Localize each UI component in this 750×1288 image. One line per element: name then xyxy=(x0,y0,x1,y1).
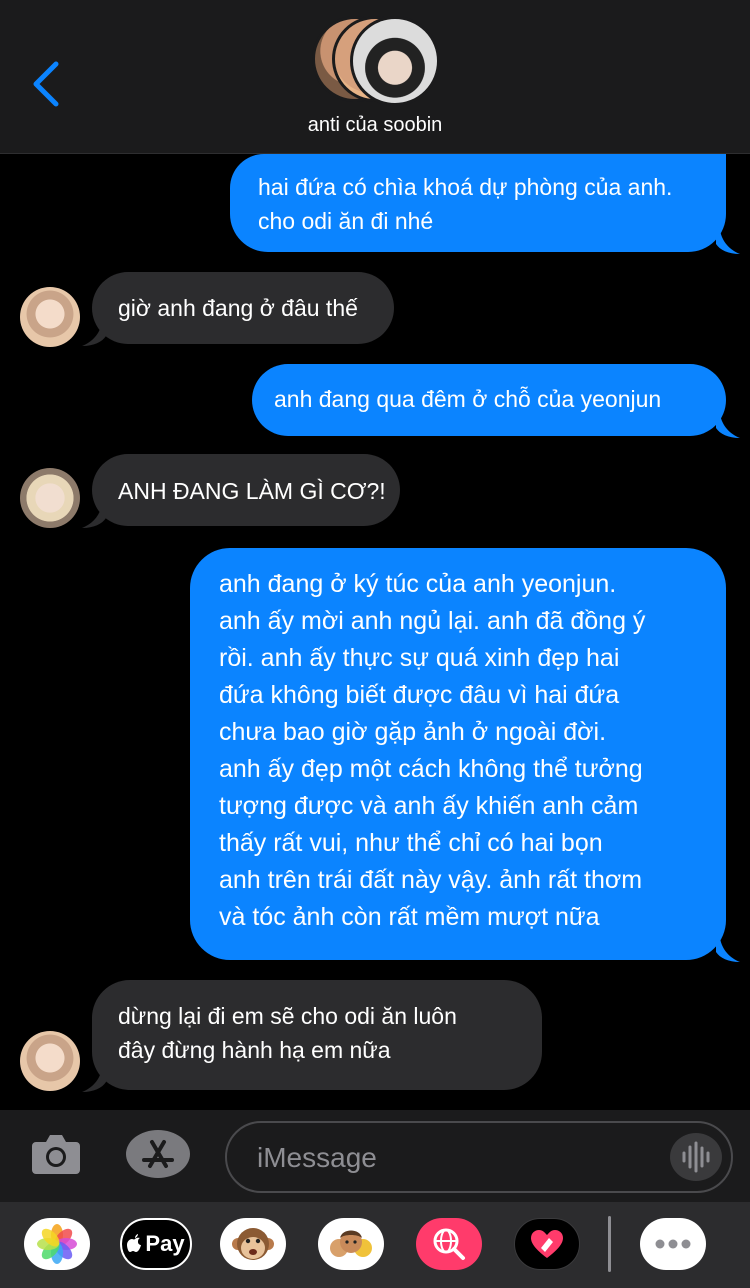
incoming-message[interactable]: giờ anh đang ở đâu thế xyxy=(92,272,394,344)
monkey-icon xyxy=(232,1228,274,1260)
bubble-tail xyxy=(82,504,106,528)
audio-waveform-icon xyxy=(682,1141,710,1173)
photos-icon xyxy=(37,1224,77,1264)
message-line: tượng được và anh ấy khiến anh cảm xyxy=(219,792,639,820)
message-line: hai đứa có chìa khoá dự phòng của anh. xyxy=(258,174,673,200)
bubble-tail xyxy=(82,322,106,346)
back-button[interactable] xyxy=(28,56,68,112)
message-line: thấy rất vui, như thể chỉ có hai bọn xyxy=(219,829,603,857)
message-line: anh ấy đẹp một cách không thể tưởng xyxy=(219,755,643,783)
message-line: chưa bao giờ gặp ảnh ở ngoài đời. xyxy=(219,718,607,746)
message-line: anh ấy mời anh ngủ lại. anh đã đồng ý xyxy=(219,607,646,635)
animoji-button[interactable] xyxy=(220,1218,286,1270)
incoming-message[interactable]: ANH ĐANG LÀM GÌ CƠ?! xyxy=(92,454,400,526)
bubble-tail xyxy=(716,230,740,254)
audio-message-button[interactable] xyxy=(670,1133,722,1181)
message-line: anh đang qua đêm ở chỗ của yeonjun xyxy=(274,386,662,412)
sender-avatar[interactable] xyxy=(20,1031,80,1091)
message-line: anh đang ở ký túc của anh yeonjun. xyxy=(219,570,617,598)
bubble-tail xyxy=(82,1068,106,1092)
message-line: đứa không biết được đâu vì hai đứa xyxy=(219,681,620,709)
outgoing-message[interactable]: anh đang qua đêm ở chỗ của yeonjun xyxy=(252,364,726,436)
sender-avatar[interactable] xyxy=(20,287,80,347)
contact-name[interactable]: anti của soobin xyxy=(0,114,750,137)
message-line: ANH ĐANG LÀM GÌ CƠ?! xyxy=(118,478,386,504)
message-line: đây đừng hành hạ em nữa xyxy=(118,1037,391,1063)
apple-pay-label: Pay xyxy=(145,1231,185,1256)
apple-logo-icon xyxy=(127,1234,142,1252)
more-icon xyxy=(655,1239,691,1249)
outgoing-message[interactable]: anh đang ở ký túc của anh yeonjun. anh ấ… xyxy=(190,548,726,960)
avatar xyxy=(350,16,440,106)
bubble-tail xyxy=(716,414,740,438)
bubble-tail xyxy=(716,938,740,962)
message-line: dừng lại đi em sẽ cho odi ăn luôn xyxy=(118,1003,457,1029)
camera-icon xyxy=(32,1135,80,1174)
message-line: rồi. anh ấy thực sự quá xinh đẹp hai xyxy=(219,644,620,672)
message-line: và tóc ảnh còn rất mềm mượt nữa xyxy=(219,903,600,931)
sender-avatar[interactable] xyxy=(20,468,80,528)
message-input[interactable]: iMessage xyxy=(225,1121,733,1193)
message-line: giờ anh đang ở đâu thế xyxy=(118,295,358,321)
app-store-button[interactable] xyxy=(126,1130,190,1178)
incoming-message[interactable]: dừng lại đi em sẽ cho odi ăn luôn đây đừ… xyxy=(92,980,542,1090)
chevron-left-icon xyxy=(33,61,59,107)
camera-button[interactable] xyxy=(30,1130,82,1176)
memoji-stickers-icon xyxy=(330,1230,372,1257)
message-line: anh trên trái đất này vậy. ảnh rất thơm xyxy=(219,866,643,894)
message-line: cho odi ăn đi nhé xyxy=(258,208,434,234)
message-input-placeholder: iMessage xyxy=(257,1142,377,1173)
globe-search-icon xyxy=(433,1228,465,1260)
app-drawer-divider xyxy=(608,1216,611,1272)
photos-app-button[interactable] xyxy=(24,1218,90,1270)
conversation-header: anti của soobin xyxy=(0,0,750,154)
memoji-stickers-button[interactable] xyxy=(318,1218,384,1270)
app-store-icon xyxy=(142,1140,174,1168)
outgoing-message[interactable]: hai đứa có chìa khoá dự phòng của anh. c… xyxy=(230,154,726,252)
more-apps-button[interactable] xyxy=(640,1218,706,1270)
digital-touch-button[interactable] xyxy=(514,1218,580,1270)
group-avatars[interactable] xyxy=(312,16,442,106)
heart-touch-icon xyxy=(531,1230,563,1258)
apple-pay-button[interactable]: Pay xyxy=(120,1218,192,1270)
web-search-button[interactable] xyxy=(416,1218,482,1270)
